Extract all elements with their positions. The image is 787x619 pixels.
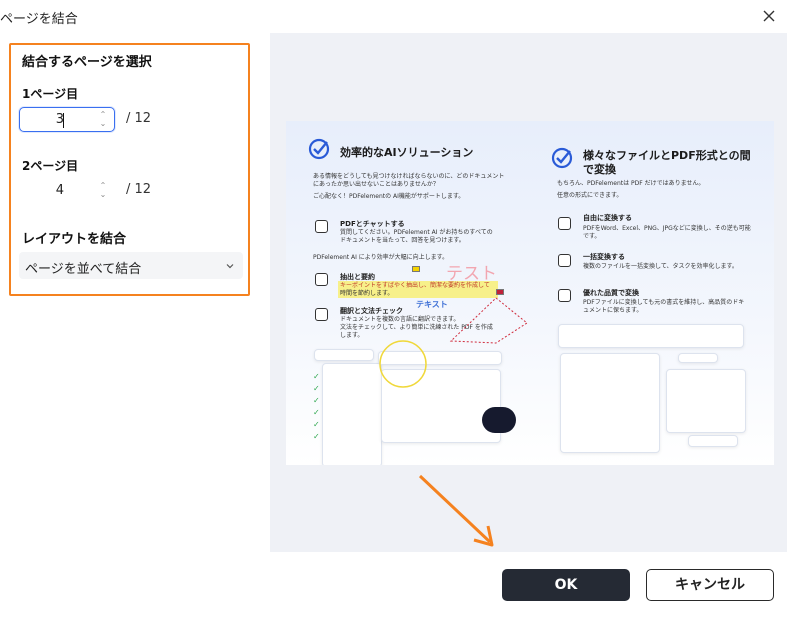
right-feature-3-text-1: PDFファイルに変換しても元の書式を維持し、高品質のドキ	[583, 299, 745, 306]
left-feature-1-text-2: ドキュメントを当たって、回答を見つけます。	[340, 237, 465, 244]
ok-button[interactable]: OK	[502, 569, 630, 601]
quality-convert-icon	[558, 289, 571, 302]
close-button[interactable]	[759, 6, 779, 26]
chevron-up-icon[interactable]: ⌃	[98, 110, 108, 119]
page1-label: 1ページ目	[22, 87, 79, 101]
merge-pages-dialog: ページを結合 結合するページを選択 1ページ目 3 ⌃ ⌄ / 12 2ページ目…	[0, 0, 787, 619]
pointer-arrow-annotation	[418, 474, 494, 547]
page2-stepper[interactable]: ⌃ ⌄	[98, 181, 108, 201]
right-intro-2: 任意の形式にできます。	[557, 192, 623, 199]
layout-selected-value: ページを並べて結合	[25, 262, 142, 277]
title-bar: ページを結合	[0, 0, 787, 34]
right-intro-1: もちろん、PDFelementは PDF だけではありません。	[557, 180, 705, 187]
right-heading-2: で変換	[583, 163, 616, 176]
cancel-button[interactable]: キャンセル	[646, 569, 774, 601]
mock-sidebar	[322, 363, 382, 465]
word-convert-icon	[558, 217, 571, 230]
section-title: 結合するページを選択	[22, 55, 152, 70]
chevron-down-icon[interactable]: ⌄	[98, 190, 108, 199]
page-selection-panel: 結合するページを選択 1ページ目 3 ⌃ ⌄ / 12 2ページ目 4 ⌃ ⌄ …	[9, 43, 250, 296]
mock-convert-toolbar	[558, 324, 744, 348]
left-feature-1-title: PDFとチャットする	[340, 220, 405, 228]
page1-total: / 12	[126, 111, 152, 126]
mock-stats-panel	[666, 369, 746, 433]
left-feature-3-text-3: します。	[340, 332, 364, 339]
translate-icon	[315, 308, 328, 321]
right-feature-2-title: 一括変換する	[583, 253, 625, 261]
chevron-up-icon[interactable]: ⌃	[98, 181, 108, 190]
check-list-icons: ✓ ✓ ✓ ✓ ✓ ✓	[313, 372, 320, 441]
merge-preview: 効率的なAIソリューション ある情報をどうしても見つけなければならないのに、どの…	[270, 33, 787, 552]
layout-label: レイアウトを結合	[22, 232, 127, 247]
page2-label: 2ページ目	[22, 159, 79, 173]
left-lead-2: PDFelement AI により効率が大幅に向上します。	[313, 254, 449, 261]
right-feature-1-text-1: PDFをWord、Excel、PNG、JPGなどに変換し、その逆も可能	[583, 225, 751, 232]
layout-select[interactable]: ページを並べて結合	[19, 252, 243, 279]
right-feature-3-title: 優れた品質で変換	[583, 289, 639, 297]
right-feature-2-text: 複数のファイルを一括変換して、タスクを効率化します。	[583, 263, 738, 270]
page1-stepper[interactable]: ⌃ ⌄	[98, 110, 108, 130]
ai-robot-icon	[482, 407, 516, 433]
left-heading: 効率的なAIソリューション	[340, 146, 474, 159]
left-intro-2: にあったか思い出せないことはありませんか？	[313, 181, 439, 188]
right-feature-1-text-2: です。	[583, 233, 601, 240]
page1-spinbox[interactable]: 3 ⌃ ⌄	[19, 107, 115, 132]
ai-chat-icon	[315, 220, 328, 233]
check-circle-icon	[308, 138, 330, 160]
dialog-title: ページを結合	[0, 12, 78, 27]
right-feature-3-text-2: ュメントに保ちます。	[583, 307, 643, 314]
merged-page-preview: 効率的なAIソリューション ある情報をどうしても見つけなければならないのに、どの…	[286, 121, 774, 465]
left-feature-2-text-2: 時間を節約します。	[340, 290, 394, 297]
chevron-down-icon	[226, 264, 234, 269]
left-feature-3-title: 翻訳と文法チェック	[340, 307, 403, 315]
page2-total: / 12	[126, 182, 152, 197]
chevron-down-icon[interactable]: ⌄	[98, 119, 108, 128]
mock-batch-convert	[678, 353, 718, 363]
check-circle-icon	[551, 147, 573, 169]
mock-format-grid	[560, 353, 660, 453]
freeform-shape-annotation	[449, 297, 528, 344]
text-caret	[63, 113, 64, 128]
close-icon	[763, 10, 775, 22]
page2-value: 4	[55, 183, 64, 198]
left-intro-3: ご心配なく！PDFelementの AI機能がサポートします。	[313, 193, 465, 200]
page2-spinbox[interactable]: 4 ⌃ ⌄	[19, 178, 115, 203]
batch-convert-icon	[558, 254, 571, 267]
mock-toolbar	[314, 349, 374, 361]
left-intro-1: ある情報をどうしても見つけなければならないのに、どのドキュメント	[313, 173, 505, 180]
mock-convert-to-image	[688, 435, 738, 447]
left-feature-1-text-1: 質問してください。PDFelement AI がお持ちのすべての	[340, 229, 493, 236]
right-feature-1-title: 自由に変換する	[583, 214, 632, 222]
note-icon	[412, 266, 420, 272]
annotation-test-text: テスト	[446, 264, 497, 284]
highlight-circle-annotation	[379, 340, 427, 388]
summary-icon	[315, 273, 328, 286]
